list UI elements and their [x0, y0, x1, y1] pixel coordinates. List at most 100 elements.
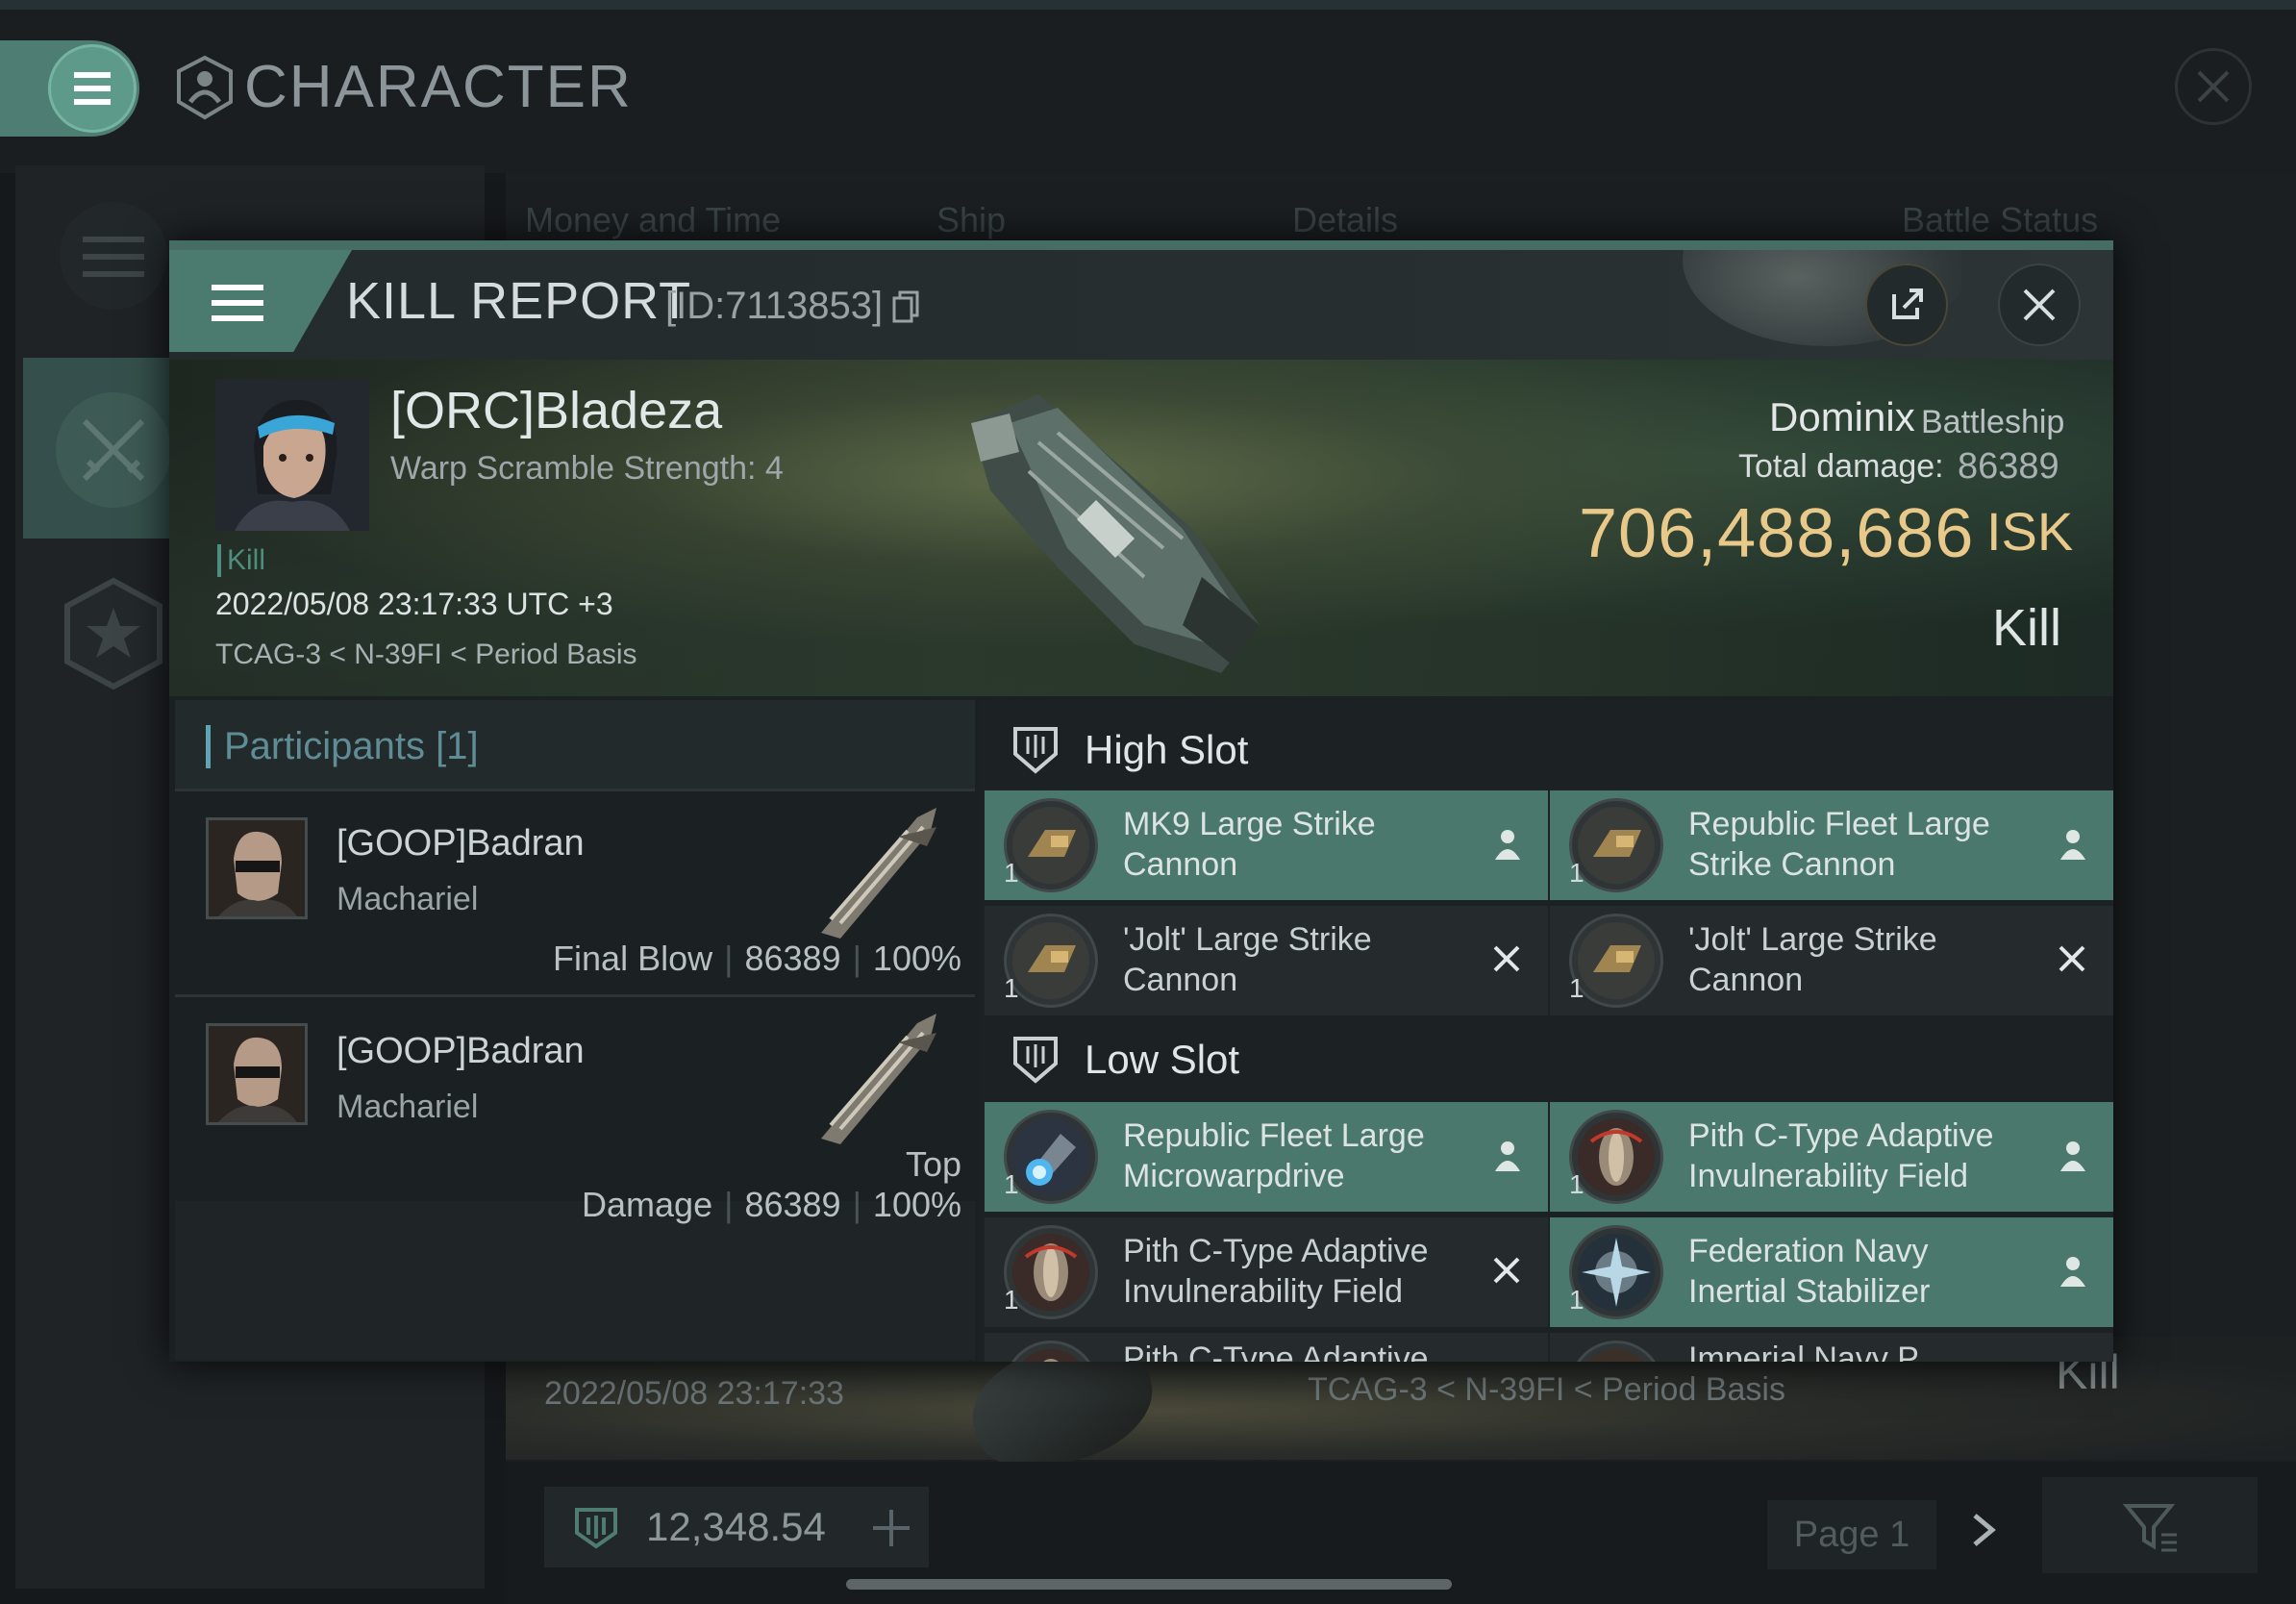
- menu-icon: [74, 72, 111, 105]
- participant-stats: Top Damage | 86389 | 100%: [582, 1144, 961, 1224]
- slot-quantity: 1: [1569, 973, 1585, 1003]
- ship-name[interactable]: Dominix: [1769, 394, 1915, 440]
- shield-slot-icon: [1011, 1033, 1060, 1084]
- row-location: TCAG-3 < N-39FI < Period Basis: [1308, 1371, 1785, 1408]
- slot-item-name: Federation Navy Inertial Stabilizer: [1688, 1233, 1931, 1310]
- filter-button[interactable]: [2042, 1477, 2258, 1573]
- column-details[interactable]: Details: [1292, 200, 1398, 240]
- slot-item[interactable]: 1 Pith C-Type Adaptive Invulnerability F…: [1550, 1102, 2113, 1212]
- kill-location[interactable]: TCAG-3 < N-39FI < Period Basis: [215, 639, 637, 671]
- plex-icon: [569, 1500, 623, 1554]
- column-ship[interactable]: Ship: [936, 200, 1006, 240]
- add-balance-button[interactable]: [865, 1502, 917, 1554]
- slot-item[interactable]: Pith C-Type Adaptive: [985, 1333, 1548, 1362]
- nav-medals-button[interactable]: [60, 575, 167, 692]
- pilot-icon: [1492, 827, 1523, 862]
- low-slot-label: Low Slot: [1085, 1037, 1240, 1082]
- kill-report-close-button[interactable]: [1998, 263, 2081, 346]
- shield-slot-icon: [1011, 723, 1060, 774]
- high-slot-label: High Slot: [1085, 727, 1249, 772]
- slot-item[interactable]: 1 MK9 Large Strike Cannon: [985, 790, 1548, 900]
- horizontal-scrollbar[interactable]: [846, 1579, 1452, 1590]
- slot-item-name: Imperial Navy P: [1688, 1341, 1919, 1362]
- victim-portrait[interactable]: [215, 379, 369, 531]
- kill-report-title: KILL REPORT: [346, 272, 692, 330]
- window-close-button[interactable]: [2175, 48, 2252, 125]
- participant-avatar[interactable]: [206, 817, 308, 919]
- copy-icon[interactable]: [892, 290, 921, 325]
- top-edge: [0, 0, 2296, 10]
- list-icon: [83, 237, 144, 277]
- modal-accent-bar: [169, 240, 2113, 250]
- dominix-ship-image[interactable]: [952, 385, 1327, 683]
- slot-item-name: 'Jolt' Large Strike Cannon: [1123, 921, 1372, 998]
- menu-icon: [210, 279, 267, 329]
- participant-role: Final Blow: [553, 939, 713, 978]
- slot-quantity: 1: [1004, 1169, 1019, 1199]
- crossed-swords-icon: [82, 418, 145, 482]
- participants-title[interactable]: Participants [1]: [206, 725, 479, 768]
- nav-list-button[interactable]: [60, 202, 167, 310]
- participant-damage: 86389: [744, 939, 841, 978]
- main-menu-button[interactable]: [0, 40, 139, 137]
- participant-name[interactable]: [GOOP]Badran: [337, 1031, 585, 1072]
- total-damage-label: Total damage:: [1738, 448, 1944, 485]
- destroyed-x-icon: [1490, 1254, 1523, 1287]
- participant-avatar[interactable]: [206, 1023, 308, 1125]
- slot-item[interactable]: 1 'Jolt' Large Strike Cannon: [1550, 906, 2113, 1015]
- slot-item-name: Pith C-Type Adaptive: [1123, 1341, 1429, 1362]
- module-icon: [1569, 1341, 1663, 1362]
- slot-quantity: 1: [1569, 1169, 1585, 1199]
- slot-item-name: Pith C-Type Adaptive Invulnerability Fie…: [1688, 1117, 1994, 1194]
- participant-damage: 86389: [744, 1185, 841, 1224]
- destroyed-x-icon: [2056, 942, 2088, 975]
- shield-field-icon: [1004, 1341, 1098, 1362]
- slot-item-name: Pith C-Type Adaptive Invulnerability Fie…: [1123, 1233, 1429, 1310]
- kill-tag: Kill: [217, 544, 265, 577]
- participants-count: [1]: [436, 725, 479, 767]
- slot-item-name: Republic Fleet Large Strike Cannon: [1688, 806, 1990, 883]
- kill-datetime: 2022/05/08 23:17:33 UTC +3: [215, 587, 613, 621]
- next-page-button[interactable]: [1965, 1506, 2004, 1554]
- slot-item-name: Republic Fleet Large Microwarpdrive: [1123, 1117, 1425, 1194]
- participant-percent: 100%: [872, 939, 961, 978]
- pilot-icon: [1492, 1139, 1523, 1173]
- share-icon: [1892, 288, 1923, 319]
- balance-value: 12,348.54: [646, 1504, 826, 1549]
- slot-item[interactable]: 1 Republic Fleet Large Microwarpdrive: [985, 1102, 1548, 1212]
- slot-item-name: MK9 Large Strike Cannon: [1123, 806, 1376, 883]
- participant-ship: Machariel: [337, 1089, 479, 1125]
- star-icon: [64, 577, 162, 690]
- isk-unit: ISK: [1986, 501, 2074, 562]
- character-icon: [173, 54, 237, 121]
- machariel-ship-image: [802, 798, 946, 942]
- plus-icon: [873, 1510, 910, 1546]
- kill-report-id: [ID:7113853]: [665, 285, 884, 327]
- filter-icon: [2122, 1504, 2177, 1552]
- pilot-icon: [2058, 1254, 2088, 1289]
- nav-combat-button[interactable]: [56, 392, 171, 508]
- warp-scramble-strength: Warp Scramble Strength: 4: [390, 450, 784, 487]
- slot-item[interactable]: 1 Pith C-Type Adaptive Invulnerability F…: [985, 1217, 1548, 1327]
- kill-status: Kill: [1992, 599, 2062, 657]
- pilot-icon: [2058, 827, 2088, 862]
- column-battle-status[interactable]: Battle Status: [1902, 200, 2098, 240]
- slot-quantity: 1: [1569, 858, 1585, 888]
- slot-quantity: 1: [1004, 1285, 1019, 1315]
- slot-item[interactable]: 1 'Jolt' Large Strike Cannon: [985, 906, 1548, 1015]
- close-icon: [2023, 288, 2056, 321]
- participants-label: Participants: [224, 725, 425, 767]
- participant-stats: Final Blow | 86389 | 100%: [553, 939, 961, 978]
- total-damage-value: 86389: [1958, 446, 2059, 487]
- slot-item[interactable]: 1 Federation Navy Inertial Stabilizer: [1550, 1217, 2113, 1327]
- row-datetime: 2022/05/08 23:17:33: [544, 1375, 844, 1412]
- share-button[interactable]: [1865, 263, 1948, 346]
- slot-item[interactable]: 1 Republic Fleet Large Strike Cannon: [1550, 790, 2113, 900]
- ship-class: Battleship: [1921, 404, 2065, 440]
- participant-name[interactable]: [GOOP]Badran: [337, 823, 585, 865]
- slot-quantity: 1: [1004, 973, 1019, 1003]
- page-indicator: Page 1: [1767, 1500, 1936, 1569]
- column-money-time[interactable]: Money and Time: [525, 200, 781, 240]
- victim-name[interactable]: [ORC]Bladeza: [390, 381, 722, 440]
- slot-item[interactable]: Imperial Navy P: [1550, 1333, 2113, 1362]
